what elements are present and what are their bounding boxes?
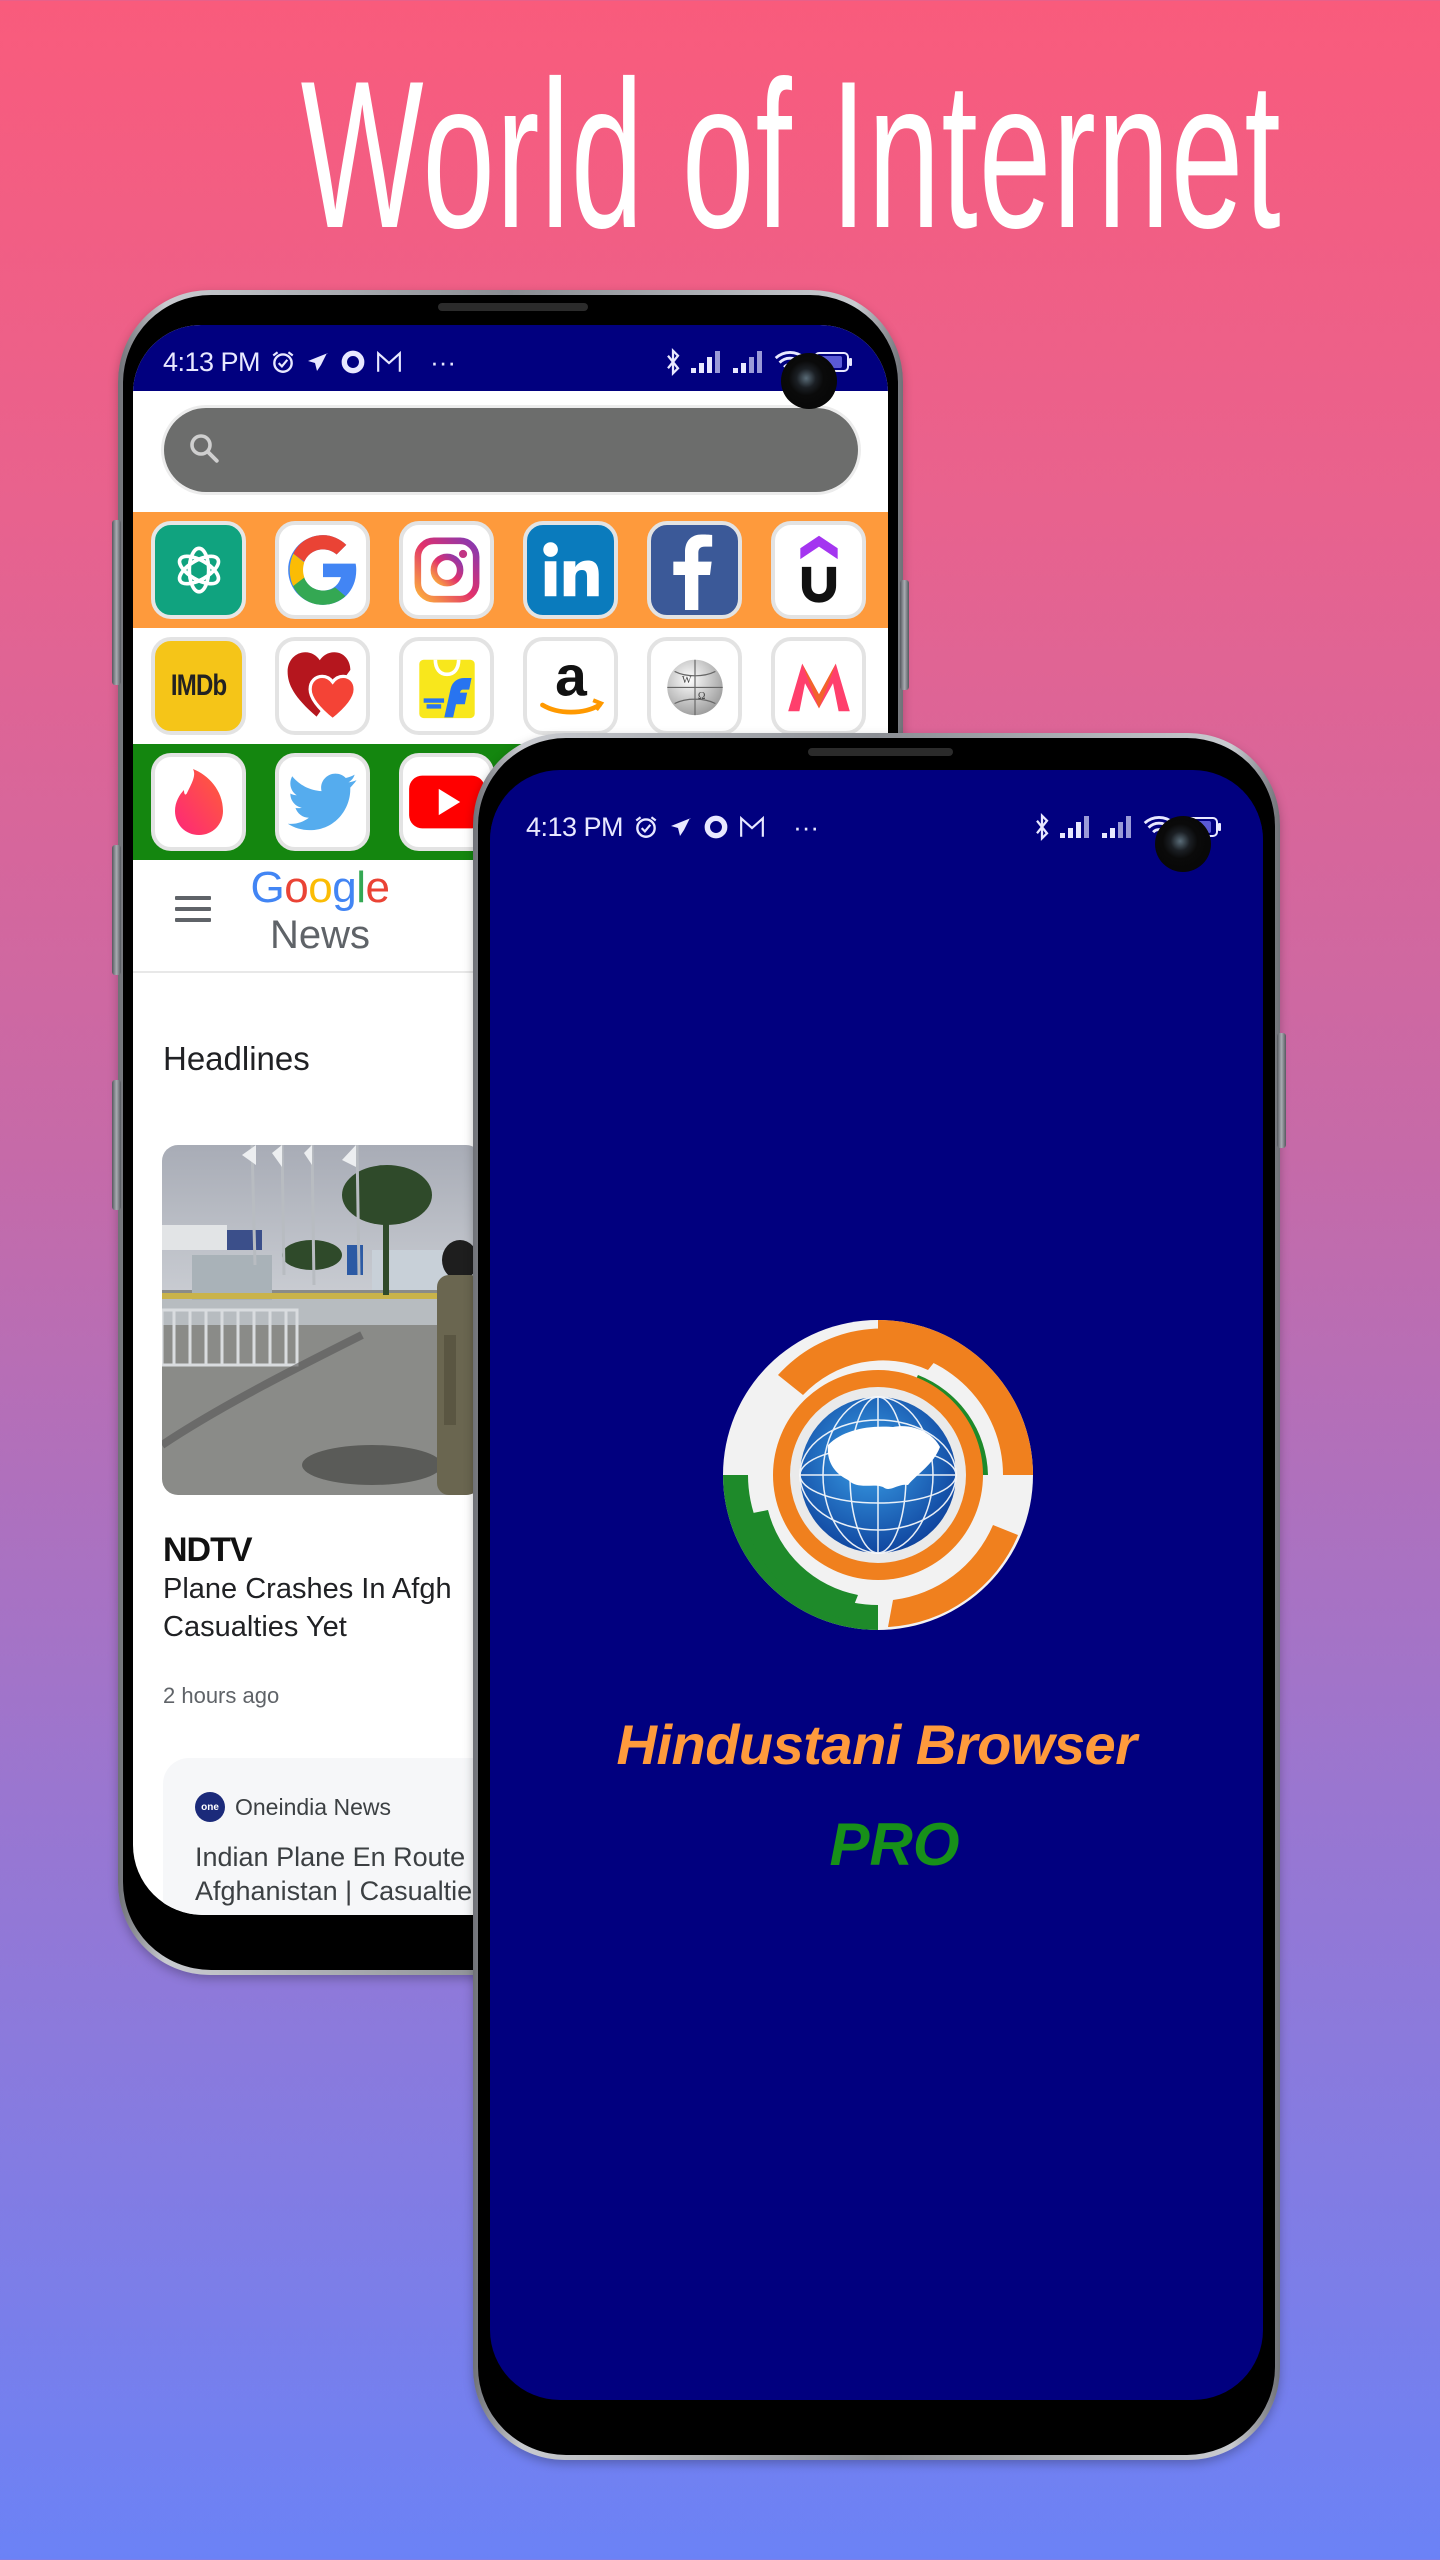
more-dots-icon: ··· (793, 811, 820, 842)
google-news-logo[interactable]: Google News (245, 862, 395, 956)
tinder-icon (168, 766, 230, 838)
gmail-icon (739, 815, 765, 839)
signal-icon (1059, 815, 1093, 839)
svg-text:W: W (681, 675, 691, 686)
svg-text:Ω: Ω (697, 691, 705, 702)
app-imdb[interactable]: IMDb (151, 637, 246, 735)
app-edition-badge: PRO (829, 1811, 960, 1878)
wikipedia-icon: WΩ (660, 651, 730, 721)
splash-screen: 4:13 PM ··· Hindustani Browser PRO (490, 770, 1263, 2400)
app-row-saffron (133, 512, 888, 628)
front-camera (781, 353, 837, 409)
alarm-icon (633, 814, 659, 840)
logo-letter: G (250, 863, 285, 912)
app-name: Hindustani Browser (616, 1713, 1137, 1776)
imdb-icon: IMDb (170, 669, 227, 702)
telegram-icon (306, 350, 330, 374)
related-article-card[interactable]: one Oneindia News Indian Plane En Route … (163, 1758, 523, 1915)
google-icon (285, 532, 361, 608)
status-bar: 4:13 PM ··· (490, 790, 1263, 856)
article-title-line: Plane Crashes In Afgh (163, 1573, 452, 1605)
article-title-line: Casualties Yet (163, 1611, 347, 1643)
front-camera (1155, 816, 1211, 872)
status-bar: 4:13 PM ··· (133, 325, 888, 391)
more-dots-icon: ··· (430, 346, 457, 377)
earpiece (808, 748, 953, 756)
app-logo (718, 1315, 1038, 1635)
power-button (112, 845, 121, 975)
signal-icon (690, 350, 724, 374)
logo-letter: e (365, 863, 390, 912)
udemy-icon (791, 532, 847, 608)
app-dating[interactable] (275, 637, 370, 735)
hearts-icon (284, 649, 362, 723)
twitter-icon (287, 772, 358, 832)
app-google[interactable] (275, 521, 370, 619)
article-time: 2 hours ago (163, 1683, 280, 1708)
app-udemy[interactable] (771, 521, 866, 619)
app-flipkart[interactable] (399, 637, 494, 735)
card-title-line: Indian Plane En Route t (195, 1842, 481, 1872)
app-amazon[interactable]: a (523, 637, 618, 735)
linkedin-icon (536, 535, 606, 605)
side-button (112, 1080, 121, 1210)
facebook-icon (659, 530, 731, 610)
app-linkedin[interactable] (523, 521, 618, 619)
menu-icon[interactable] (175, 896, 211, 922)
section-title-headlines: Headlines (163, 1040, 310, 1077)
power-button (1277, 1033, 1286, 1148)
app-row-white: IMDb a WΩ (133, 628, 888, 744)
app-facebook[interactable] (647, 521, 742, 619)
app-myntra[interactable] (771, 637, 866, 735)
bluetooth-icon (1033, 812, 1051, 842)
circle-app-icon (703, 814, 729, 840)
telegram-icon (669, 815, 693, 839)
app-instagram[interactable] (399, 521, 494, 619)
search-icon (186, 430, 222, 471)
app-chatgpt[interactable] (151, 521, 246, 619)
myntra-icon (785, 658, 853, 714)
instagram-icon (412, 535, 482, 605)
logo-letter: o (284, 863, 309, 912)
chatgpt-icon (170, 541, 228, 599)
phone-frame-splash: 4:13 PM ··· Hindustani Browser PRO (473, 733, 1286, 2460)
status-time: 4:13 PM (163, 346, 261, 377)
logo-letter: g (332, 863, 357, 912)
card-source: Oneindia News (235, 1794, 391, 1820)
app-wikipedia[interactable]: WΩ (647, 637, 742, 735)
volume-button (112, 520, 121, 685)
svg-text:a: a (555, 648, 588, 709)
app-twitter[interactable] (275, 753, 370, 851)
flipkart-icon (414, 651, 480, 721)
app-tinder[interactable] (151, 753, 246, 851)
gmail-icon (376, 350, 402, 374)
logo-letter: o (308, 863, 333, 912)
alarm-icon (270, 349, 296, 375)
bluetooth-icon (664, 347, 682, 377)
earpiece (438, 303, 588, 311)
source-ndtv: NDTV (163, 1531, 253, 1569)
article-thumbnail[interactable] (162, 1145, 482, 1495)
oneindia-logo: one (195, 1792, 225, 1822)
amazon-icon: a (533, 648, 609, 724)
signal-icon (732, 350, 766, 374)
card-title-line: Afghanistan | Casualtie (195, 1876, 473, 1906)
circle-app-icon (340, 349, 366, 375)
article-title[interactable]: Plane Crashes In Afgh Casualties Yet (163, 1570, 493, 1646)
signal-icon (1101, 815, 1135, 839)
promo-headline: World of Internet (300, 37, 1282, 272)
search-input[interactable] (236, 434, 796, 466)
search-bar[interactable] (161, 405, 861, 495)
side-button (900, 580, 909, 690)
news-wordmark: News (269, 913, 371, 957)
status-time: 4:13 PM (526, 811, 624, 842)
